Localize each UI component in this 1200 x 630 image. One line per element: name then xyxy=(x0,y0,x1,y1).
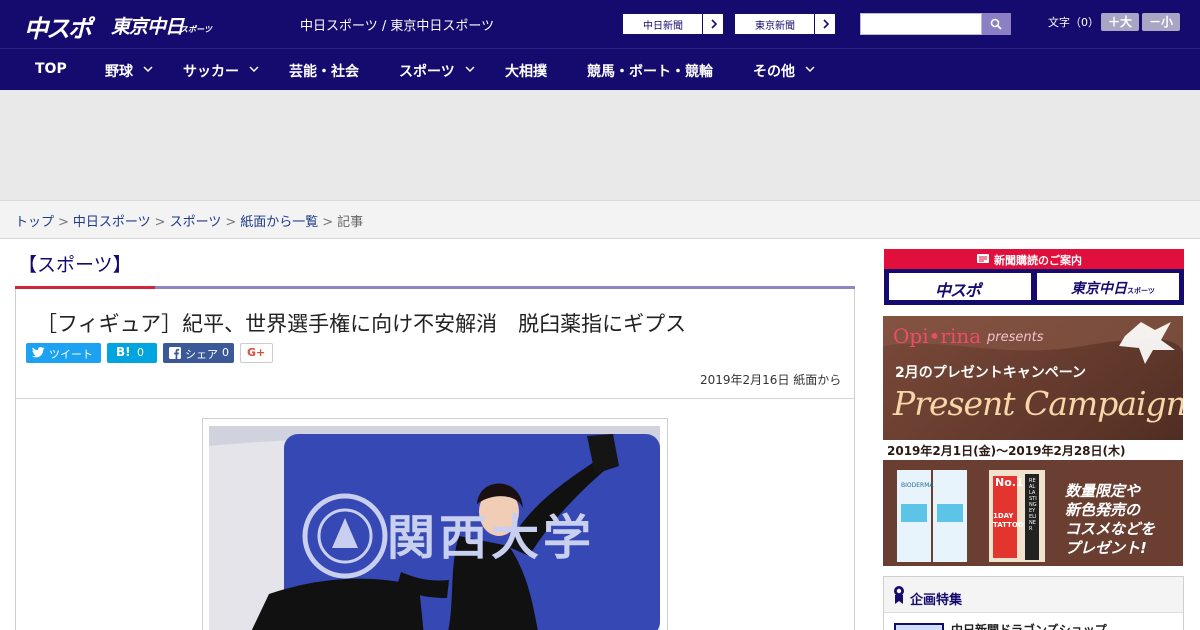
font-size-label: 文字（0） xyxy=(1048,16,1099,29)
logo-sports: スポーツ xyxy=(180,25,212,34)
nav-item-sumo[interactable]: 大相撲 xyxy=(505,61,547,81)
nav-item-sports[interactable]: スポーツ xyxy=(399,61,455,81)
subscribe-tokyo-chunichi-logo: 東京中日 xyxy=(1071,281,1127,297)
product-label-bioderma: BIODERMA xyxy=(901,482,934,489)
font-smaller-button[interactable]: －小 xyxy=(1142,13,1180,31)
site-logo[interactable]: 中スポ 東京中日 スポーツ xyxy=(24,9,214,43)
chevron-down-icon[interactable] xyxy=(143,66,153,73)
campaign-dates: 2019年2月1日(金)～2019年2月28日(木) xyxy=(887,444,1126,458)
tweet-label: ツイート xyxy=(49,348,93,361)
product-label-eyeliner: REAL LASTING EYELINER xyxy=(1029,478,1037,532)
article-photo[interactable]: 関西大学 xyxy=(209,426,660,630)
font-larger-button[interactable]: ＋大 xyxy=(1101,13,1139,31)
newspaper-icon xyxy=(977,254,989,263)
search-icon xyxy=(990,18,1002,30)
subscribe-tokyo-chunichi[interactable]: 東京中日 スポーツ xyxy=(1036,272,1180,301)
campaign-brand: Opi•rina xyxy=(893,324,982,348)
product-no1-badge: No.1 xyxy=(995,476,1024,489)
chevron-down-icon[interactable] xyxy=(249,66,259,73)
breadcrumb-bar: トップ > 中日スポーツ > スポーツ > 紙面から一覧 > 記事 xyxy=(0,200,1200,239)
feature-heading: 企画特集 xyxy=(910,593,963,608)
breadcrumb-current: 記事 xyxy=(337,215,364,230)
google-plus-button[interactable]: G+ xyxy=(240,343,273,363)
breadcrumb-chunichi-sports[interactable]: 中日スポーツ xyxy=(73,215,151,230)
search-input[interactable] xyxy=(860,13,982,35)
hatena-icon: B! xyxy=(116,345,131,359)
campaign-copy-line: コスメなどを xyxy=(1065,520,1156,538)
category-title: 【スポーツ】 xyxy=(18,254,132,276)
breadcrumb: トップ > 中日スポーツ > スポーツ > 紙面から一覧 > 記事 xyxy=(15,211,363,230)
nav-item-entertainment[interactable]: 芸能・社会 xyxy=(289,61,359,81)
campaign-title-jp: 2月のプレゼントキャンペーン xyxy=(895,365,1087,381)
product-label-tattoo: 1DAY TATTOO xyxy=(993,512,1024,529)
subscription-header: 新聞購読のご案内 xyxy=(884,249,1184,269)
feature-header: 企画特集 xyxy=(884,577,1183,613)
subscription-header-text: 新聞購読のご案内 xyxy=(994,254,1082,267)
search-button[interactable] xyxy=(982,13,1011,35)
chevron-right-icon xyxy=(702,14,723,34)
chunichi-shimbun-label: 中日新聞 xyxy=(643,21,683,32)
logo-chuspo: 中スポ xyxy=(24,15,92,43)
campaign-copy-line: 新色発売の xyxy=(1065,501,1141,519)
present-campaign-ad[interactable]: Opi•rina presents 2月のプレゼントキャンペーン Present… xyxy=(883,316,1183,566)
photo-sign-text: 関西大学 xyxy=(387,510,596,566)
facebook-icon xyxy=(169,347,181,359)
logo-tokyo-chunichi: 東京中日 xyxy=(111,16,184,38)
nav-item-baseball[interactable]: 野球 xyxy=(105,61,133,81)
facebook-share-label: シェア xyxy=(185,348,218,361)
hatena-bookmark-button[interactable]: B! 0 xyxy=(107,343,157,363)
chevron-down-icon[interactable] xyxy=(465,66,475,73)
campaign-copy-line: プレゼント! xyxy=(1065,539,1147,557)
nav-item-top[interactable]: TOP xyxy=(35,61,67,77)
subscribe-sports-logo: スポーツ xyxy=(1127,287,1155,295)
nav-item-other[interactable]: その他 xyxy=(753,61,795,81)
feature-section: 企画特集 中日新聞ドラゴンズショップ xyxy=(883,576,1184,630)
hatena-count: 0 xyxy=(137,346,144,359)
campaign-title-en: Present Campaign xyxy=(893,384,1183,423)
chevron-down-icon[interactable] xyxy=(805,66,815,73)
breadcrumb-separator: > xyxy=(322,215,334,230)
breadcrumb-separator: > xyxy=(154,215,166,230)
breadcrumb-separator: > xyxy=(58,215,69,230)
campaign-presents: presents xyxy=(987,330,1044,345)
campaign-copy-line: 数量限定や xyxy=(1065,482,1141,500)
article-headline: ［フィギュア］紀平、世界選手権に向け不安解消 脱臼薬指にギプス xyxy=(36,312,687,336)
nav-item-racing[interactable]: 競馬・ボート・競輪 xyxy=(587,61,713,81)
campaign-copy: 数量限定や 新色発売の コスメなどを プレゼント! xyxy=(1065,482,1155,558)
top-header: 中スポ 東京中日 スポーツ 中日スポーツ / 東京中日スポーツ 中日新聞 東京新… xyxy=(0,0,1200,48)
site-name[interactable]: 中日スポーツ / 東京中日スポーツ xyxy=(300,15,494,34)
facebook-share-count: 0 xyxy=(222,346,229,359)
chevron-right-icon xyxy=(814,14,835,34)
breadcrumb-sports[interactable]: スポーツ xyxy=(170,215,222,230)
tweet-button[interactable]: ツイート xyxy=(26,343,101,363)
chunichi-shimbun-link[interactable]: 中日新聞 xyxy=(622,13,724,35)
main-nav: TOP 野球 サッカー 芸能・社会 スポーツ 大相撲 競馬・ボート・競輪 その他 xyxy=(0,48,1200,90)
article-dateline: 2019年2月16日 紙面から xyxy=(700,373,842,387)
subscription-banner[interactable]: 新聞購読のご案内 中スポ 東京中日 スポーツ xyxy=(884,249,1184,305)
breadcrumb-paper-list[interactable]: 紙面から一覧 xyxy=(240,215,318,230)
subscribe-chuspo[interactable]: 中スポ xyxy=(888,272,1032,301)
tokyo-shimbun-label: 東京新聞 xyxy=(755,21,795,32)
ad-banner-area xyxy=(0,90,1200,200)
feature-item-link[interactable]: 中日新聞ドラゴンズショップ xyxy=(951,621,1107,630)
google-plus-icon: G+ xyxy=(247,346,266,359)
twitter-icon xyxy=(32,347,45,358)
article-divider xyxy=(16,398,854,399)
subscribe-chuspo-logo: 中スポ xyxy=(935,281,981,300)
breadcrumb-separator: > xyxy=(225,215,237,230)
tokyo-shimbun-link[interactable]: 東京新聞 xyxy=(734,13,836,35)
feature-thumbnail[interactable] xyxy=(894,623,944,630)
nav-item-soccer[interactable]: サッカー xyxy=(183,61,239,81)
ribbon-icon xyxy=(894,586,904,604)
facebook-share-button[interactable]: シェア 0 xyxy=(163,343,234,363)
breadcrumb-top[interactable]: トップ xyxy=(15,215,54,230)
